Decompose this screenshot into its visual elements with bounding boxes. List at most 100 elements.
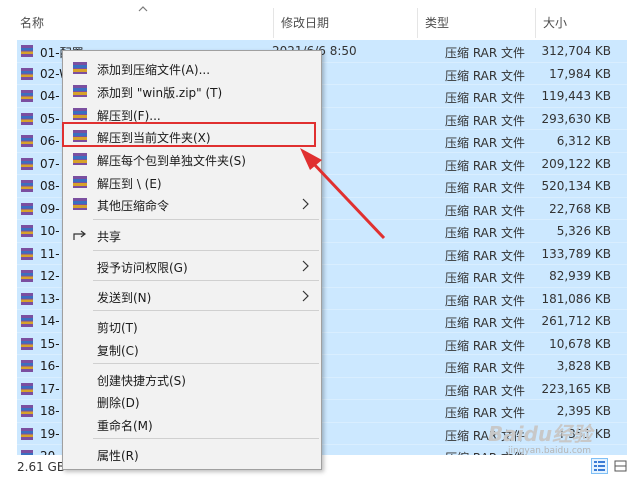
rar-file-icon xyxy=(21,360,33,372)
menu-share[interactable]: 共享 xyxy=(63,224,321,246)
file-name: 06- xyxy=(40,134,60,148)
rar-file-icon xyxy=(21,225,33,237)
file-name: 13- xyxy=(40,291,60,306)
rar-file-icon xyxy=(21,315,33,327)
file-size: 22,768 KB xyxy=(549,201,611,216)
rar-file-icon xyxy=(21,157,33,170)
menu-separator xyxy=(93,250,319,251)
menu-extract-each[interactable]: 解压每个包到单独文件夹(S) xyxy=(63,148,321,170)
file-type: 压缩 RAR 文件 xyxy=(445,113,526,128)
menu-separator xyxy=(93,280,319,281)
context-menu: 添加到压缩文件(A)... 添加到 "win版.zip" (T) 解压到(F).… xyxy=(62,50,322,470)
menu-cut[interactable]: 剪切(T) xyxy=(63,315,321,337)
sort-up-icon[interactable] xyxy=(138,5,148,13)
file-type: 压缩 RAR 文件 xyxy=(445,383,526,398)
file-name: 12- xyxy=(40,269,60,283)
file-size: 261,712 KB xyxy=(541,314,611,328)
column-divider[interactable] xyxy=(535,8,536,38)
winrar-icon xyxy=(73,153,87,165)
header-date[interactable]: 修改日期 xyxy=(281,14,329,31)
large-icons-view-icon xyxy=(614,460,627,472)
file-name: 04- xyxy=(40,89,60,103)
rar-file-icon xyxy=(21,67,33,80)
column-divider[interactable] xyxy=(273,8,274,38)
file-type: 压缩 RAR 文件 xyxy=(445,293,526,308)
menu-add-zip[interactable]: 添加到 "win版.zip" (T) xyxy=(63,80,321,102)
file-size: 2,395 KB xyxy=(556,404,611,418)
menu-copy[interactable]: 复制(C) xyxy=(63,338,321,360)
file-type: 压缩 RAR 文件 xyxy=(445,136,526,150)
file-size: 223,165 KB xyxy=(541,381,611,396)
menu-grant-access[interactable]: 授予访问权限(G) xyxy=(63,255,321,277)
file-size: 82,939 KB xyxy=(549,269,611,283)
file-type: 压缩 RAR 文件 xyxy=(445,203,526,218)
file-type: 压缩 RAR 文件 xyxy=(445,248,526,263)
file-size: 17,984 KB xyxy=(549,66,611,81)
winrar-icon xyxy=(73,198,87,210)
file-name: 17- xyxy=(40,381,60,396)
file-type: 压缩 RAR 文件 xyxy=(445,271,526,285)
chevron-right-icon xyxy=(302,260,309,272)
details-view-icon xyxy=(594,461,605,471)
rar-file-icon xyxy=(21,270,33,282)
file-name: 05- xyxy=(40,111,60,126)
file-size: 5,326 KB xyxy=(556,224,611,238)
menu-properties[interactable]: 属性(R) xyxy=(63,443,321,465)
file-name: 19- xyxy=(40,426,60,441)
file-name: 11- xyxy=(40,246,60,261)
file-size: 133,789 KB xyxy=(541,246,611,261)
header-name[interactable]: 名称 xyxy=(20,14,44,31)
file-type: 压缩 RAR 文件 xyxy=(445,158,526,173)
selection-size: 2.61 GB xyxy=(17,460,66,474)
header-type[interactable]: 类型 xyxy=(425,14,449,31)
menu-other-commands[interactable]: 其他压缩命令 xyxy=(63,193,321,215)
file-name: 14- xyxy=(40,314,60,328)
file-size: 520,134 KB xyxy=(541,179,611,193)
file-name: 15- xyxy=(40,336,60,351)
menu-separator xyxy=(93,219,319,220)
menu-separator xyxy=(93,363,319,364)
column-divider[interactable] xyxy=(417,8,418,38)
highlight-box xyxy=(62,122,316,147)
file-name: 07- xyxy=(40,156,60,171)
menu-separator xyxy=(93,310,319,311)
rar-file-icon xyxy=(21,45,33,57)
rar-file-icon xyxy=(21,382,33,395)
winrar-icon xyxy=(73,85,87,97)
menu-rename[interactable]: 重命名(M) xyxy=(63,413,321,435)
rar-file-icon xyxy=(21,135,33,147)
details-view-button[interactable] xyxy=(591,458,608,474)
file-type: 压缩 RAR 文件 xyxy=(445,46,526,60)
large-icons-view-button[interactable] xyxy=(612,458,629,474)
menu-create-shortcut[interactable]: 创建快捷方式(S) xyxy=(63,368,321,390)
file-size: 3,828 KB xyxy=(556,359,611,373)
column-header: 名称 修改日期 类型 大小 xyxy=(0,0,637,40)
menu-add-archive[interactable]: 添加到压缩文件(A)... xyxy=(63,57,321,79)
file-type: 压缩 RAR 文件 xyxy=(445,338,526,353)
rar-file-icon xyxy=(21,292,33,305)
file-type: 压缩 RAR 文件 xyxy=(445,181,526,195)
rar-file-icon xyxy=(21,337,33,350)
file-size: 6,312 KB xyxy=(556,134,611,148)
file-size: 209,122 KB xyxy=(541,156,611,171)
menu-send-to[interactable]: 发送到(N) xyxy=(63,285,321,307)
winrar-icon xyxy=(73,108,87,120)
rar-file-icon xyxy=(21,180,33,192)
file-name: 10- xyxy=(40,224,60,238)
file-type: 压缩 RAR 文件 xyxy=(445,91,526,105)
header-size[interactable]: 大小 xyxy=(543,14,567,31)
file-name: 16- xyxy=(40,359,60,373)
file-size: 181,086 KB xyxy=(541,291,611,306)
menu-extract-folder[interactable]: 解压到 \ (E) xyxy=(63,171,321,193)
rar-file-icon xyxy=(21,405,33,417)
menu-delete[interactable]: 删除(D) xyxy=(63,390,321,412)
file-type: 压缩 RAR 文件 xyxy=(445,226,526,240)
watermark-logo: Baidu经验 xyxy=(488,422,593,446)
file-size: 10,678 KB xyxy=(549,336,611,351)
file-type: 压缩 RAR 文件 xyxy=(445,361,526,375)
rar-file-icon xyxy=(21,427,33,440)
watermark-url: jingyan.baidu.com xyxy=(508,446,592,456)
winrar-icon xyxy=(73,62,87,74)
file-type: 压缩 RAR 文件 xyxy=(445,68,526,83)
chevron-right-icon xyxy=(302,290,309,302)
